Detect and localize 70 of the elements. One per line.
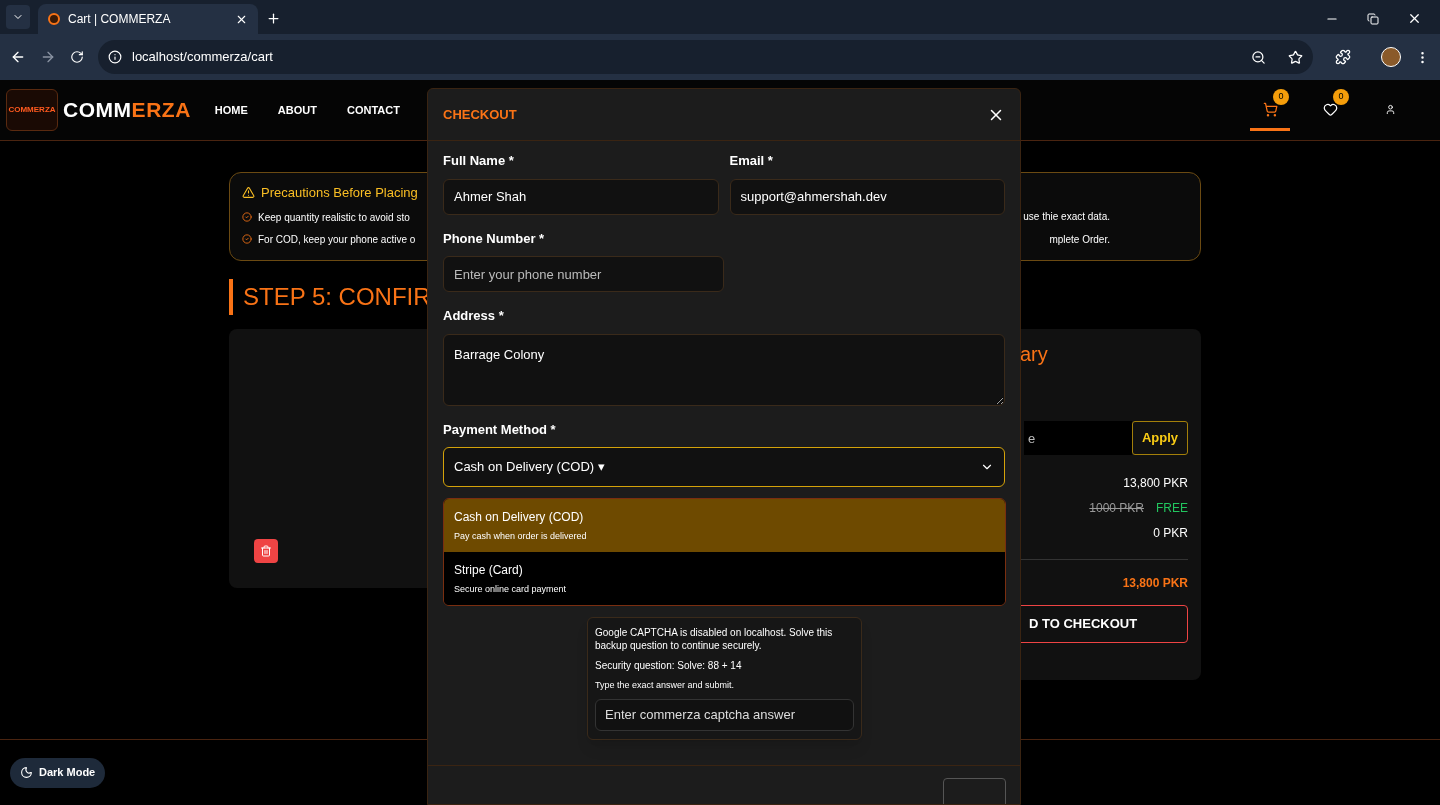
precaution-text: Keep quantity realistic to avoid sto (258, 210, 410, 225)
back-icon[interactable] (10, 49, 26, 65)
select-value: Cash on Delivery (COD) ▾ (454, 458, 605, 477)
address-bar[interactable]: localhost/commerza/cart (98, 40, 1313, 74)
precaution-text: For COD, keep your phone active o (258, 232, 416, 247)
browser-tab[interactable]: Cart | COMMERZA (38, 4, 258, 34)
field-label: Payment Method * (443, 420, 557, 439)
restore-icon[interactable] (1367, 12, 1379, 25)
check-circle-icon (242, 234, 252, 244)
cart-button[interactable]: 0 (1250, 91, 1290, 131)
coupon-field[interactable]: e (1024, 421, 1132, 455)
close-window-icon[interactable] (1407, 11, 1422, 26)
dark-mode-button[interactable]: Dark Mode (10, 757, 106, 788)
logo-badge: COMMERZA (6, 89, 58, 131)
option-title: Cash on Delivery (COD) (454, 508, 585, 526)
precaution-text: use thie exact data. (1023, 210, 1110, 224)
summary-heading: ary (1019, 342, 1049, 367)
precautions-title: Precautions Before Placing (261, 184, 418, 202)
field-label: Address * (443, 307, 505, 325)
count-badge: 0 (1333, 89, 1349, 105)
precaution-text: mplete Order. (1049, 233, 1110, 247)
modal-title: CHECKOUT (443, 105, 517, 124)
option-subtitle: Secure online card payment (454, 582, 568, 596)
payment-select[interactable]: Cash on Delivery (COD) ▾ (443, 447, 1005, 487)
captcha-notice: Google CAPTCHA is disabled on localhost. Solve this backup question to continue securely. (595, 626, 834, 652)
nav-link[interactable]: ABOUT (277, 101, 317, 119)
option-subtitle: Pay cash when order is delivered (454, 529, 588, 543)
wishlist-button[interactable]: 0 (1310, 91, 1350, 131)
text-field[interactable]: support@ahmershah.dev (729, 178, 1005, 215)
tab-search-button[interactable] (6, 5, 30, 29)
count-badge: 0 (1273, 89, 1289, 105)
warning-icon (242, 186, 255, 200)
bookmark-star-icon[interactable] (1288, 49, 1303, 65)
favicon-icon (48, 13, 60, 25)
field-label: Email * (729, 152, 774, 170)
nav-link[interactable]: HOME (214, 101, 248, 119)
profile-avatar[interactable] (1381, 47, 1401, 67)
wishlist-icon (1322, 102, 1338, 117)
nav-link[interactable]: CONTACT (346, 101, 400, 119)
field-label: Phone Number * (443, 229, 546, 248)
field-label: Full Name * (443, 152, 515, 170)
apply-button[interactable]: Apply (1132, 421, 1188, 455)
reload-icon[interactable] (70, 50, 84, 64)
zoom-out-icon[interactable] (1251, 49, 1266, 65)
original-price: 1000 PKR (1089, 500, 1144, 517)
tab-title: Cart | COMMERZA (68, 11, 172, 28)
captcha-hint: Type the exact answer and submit. (595, 679, 736, 692)
captcha-question: Security question: Solve: 88 + 14 (595, 659, 743, 673)
cart-icon (1262, 102, 1278, 117)
brand-name: COMMERZA (63, 97, 191, 124)
check-circle-icon (242, 212, 252, 222)
trash-icon (260, 545, 272, 557)
account-icon (1384, 104, 1396, 115)
url-text: localhost/commerza/cart (132, 48, 274, 67)
delete-button[interactable] (254, 539, 278, 563)
option-title: Stripe (Card) (454, 561, 524, 579)
site-info-icon[interactable] (108, 50, 122, 64)
summary-value: 0 PKR (1153, 525, 1188, 542)
address-field[interactable]: Barrage Colony (443, 333, 1005, 406)
text-field[interactable]: Ahmer Shah (443, 178, 719, 215)
text-field[interactable]: Enter your phone number (443, 256, 724, 292)
forward-icon[interactable] (40, 49, 56, 65)
moon-icon (20, 766, 33, 779)
payment-option[interactable]: Cash on Delivery (COD) Pay cash when order is delivered (444, 499, 1005, 552)
summary-value: FREE (1156, 500, 1188, 517)
captcha-field[interactable]: Enter commerza captcha answer (595, 698, 854, 731)
new-tab-icon[interactable] (266, 11, 281, 26)
summary-value: 13,800 PKR (1123, 475, 1188, 492)
total-value: 13,800 PKR (1122, 575, 1188, 592)
extensions-icon[interactable] (1335, 49, 1351, 65)
